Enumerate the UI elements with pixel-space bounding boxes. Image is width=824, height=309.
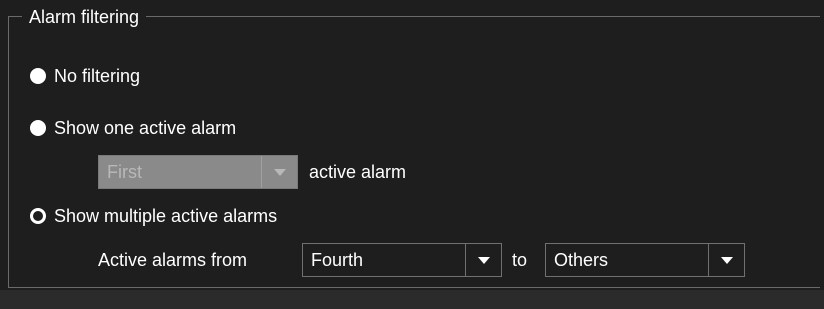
bottom-strip xyxy=(0,290,824,309)
active-alarms-from-label: Active alarms from xyxy=(98,250,248,270)
chevron-down-icon xyxy=(477,256,490,264)
one-alarm-dropdown-button[interactable] xyxy=(261,156,297,188)
radio-selected-icon[interactable] xyxy=(30,208,46,224)
one-alarm-select-value: First xyxy=(107,161,142,182)
from-alarm-dropdown-button[interactable] xyxy=(465,244,501,276)
from-alarm-select[interactable]: Fourth xyxy=(302,243,502,277)
group-title: Alarm filtering xyxy=(22,6,147,28)
radio-show-multiple-label: Show multiple active alarms xyxy=(54,205,278,226)
radio-show-one[interactable]: Show one active alarm xyxy=(30,116,236,140)
from-alarm-select-value: Fourth xyxy=(311,249,364,270)
to-alarm-select-value: Others xyxy=(554,249,609,270)
active-alarm-suffix: active alarm xyxy=(309,162,407,182)
to-alarm-dropdown-button[interactable] xyxy=(708,244,744,276)
one-alarm-select[interactable]: First xyxy=(98,155,298,189)
radio-show-multiple[interactable]: Show multiple active alarms xyxy=(30,204,277,228)
to-alarm-select[interactable]: Others xyxy=(545,243,745,277)
chevron-down-icon xyxy=(273,168,286,176)
radio-no-filtering[interactable]: No filtering xyxy=(30,64,140,88)
chevron-down-icon xyxy=(720,256,733,264)
alarm-filtering-panel: Alarm filtering No filtering Show one ac… xyxy=(0,0,824,309)
radio-no-filtering-label: No filtering xyxy=(54,65,141,86)
radio-unselected-icon[interactable] xyxy=(30,120,46,136)
to-label: to xyxy=(512,250,528,270)
radio-unselected-icon[interactable] xyxy=(30,68,46,84)
radio-show-one-label: Show one active alarm xyxy=(54,117,237,138)
